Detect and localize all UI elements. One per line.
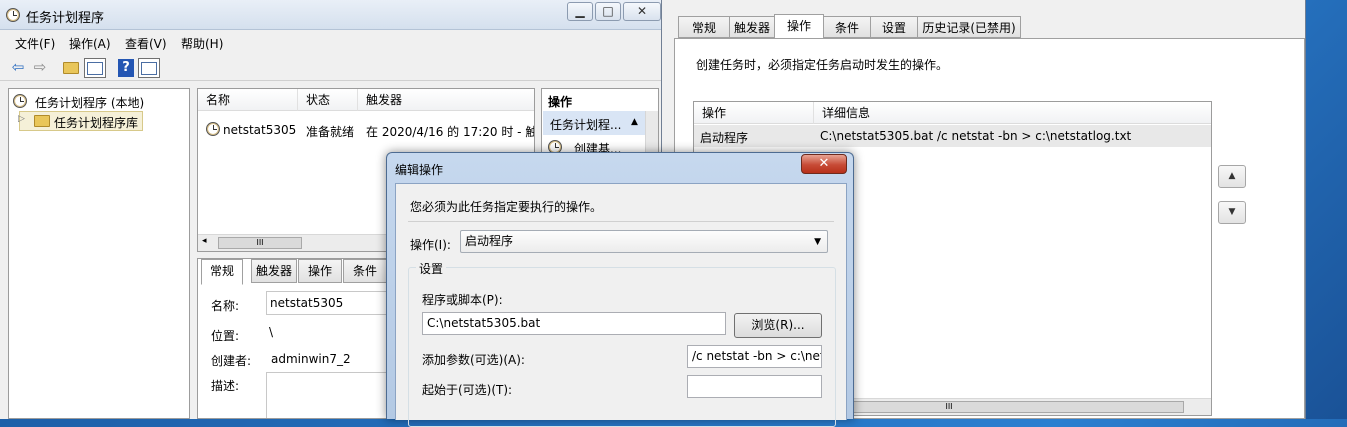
restore-button[interactable]: □ (595, 2, 621, 21)
toolbar: ⇦ ⇨ ? (0, 55, 665, 81)
task-name-cell: netstat5305 (223, 123, 297, 137)
folder-icon (63, 62, 79, 74)
arguments-input[interactable]: /c netstat -bn > c:\nets (687, 345, 822, 368)
pane-icon (141, 62, 157, 75)
help-icon[interactable]: ? (118, 59, 134, 77)
browse-button[interactable]: 浏览(R)... (734, 313, 822, 338)
minimize-button[interactable]: ▁ (567, 2, 593, 21)
tree-item-label: 任务计划程序库 (54, 116, 139, 130)
menu-file[interactable]: 文件(F) (15, 35, 55, 52)
props-tab-history[interactable]: 历史记录(已禁用) (917, 16, 1021, 38)
folder-icon (34, 115, 50, 127)
up-folder-icon[interactable] (61, 58, 81, 78)
dialog-body: 您必须为此任务指定要执行的操作。 操作(I): 启动程序 ▼ 设置 程序或脚本(… (395, 183, 847, 427)
move-up-button[interactable]: ▲ (1218, 165, 1246, 188)
back-arrow-icon[interactable]: ⇦ (8, 58, 28, 78)
menu-bar: 文件(F) 操作(A) 查看(V) 帮助(H) (0, 32, 665, 54)
navigation-tree: 任务计划程序 (本地) ▷ 任务计划程序库 (8, 88, 190, 419)
menu-action[interactable]: 操作(A) (69, 35, 111, 52)
column-header-action[interactable]: 操作 (694, 102, 814, 124)
close-button[interactable]: ✕ (623, 2, 661, 21)
task-status-cell: 准备就绪 (306, 125, 355, 139)
menu-view[interactable]: 查看(V) (125, 35, 167, 52)
task-scheduler-icon (6, 8, 20, 22)
author-label: 创建者: (211, 354, 252, 368)
forward-arrow-icon[interactable]: ⇨ (30, 58, 50, 78)
task-scheduler-icon (13, 94, 27, 108)
props-tab-actions[interactable]: 操作 (774, 14, 824, 39)
tab-triggers[interactable]: 触发器 (251, 259, 297, 283)
pane-icon (87, 62, 103, 75)
program-input[interactable]: C:\netstat5305.bat (422, 312, 726, 335)
move-down-button[interactable]: ▼ (1218, 201, 1246, 224)
task-icon (206, 122, 220, 136)
actions-instruction: 创建任务时，必须指定任务启动时发生的操作。 (696, 58, 949, 72)
action-select[interactable]: 启动程序 ▼ (460, 230, 828, 253)
dialog-instruction: 您必须为此任务指定要执行的操作。 (410, 200, 603, 214)
expand-arrow-icon[interactable]: ▷ (18, 114, 25, 124)
actions-pane-header: 操作 (548, 95, 573, 109)
tab-actions[interactable]: 操作 (298, 259, 342, 283)
action-type-cell: 启动程序 (700, 131, 749, 145)
menu-help[interactable]: 帮助(H) (181, 35, 223, 52)
task-trigger-cell: 在 2020/4/16 的 17:20 时 - 触 (366, 125, 534, 139)
show-hide-tree-icon[interactable] (84, 58, 106, 78)
column-header-name[interactable]: 名称 (198, 89, 298, 111)
arguments-label: 添加参数(可选)(A): (422, 353, 525, 367)
tree-item-label: 任务计划程序 (本地) (35, 96, 145, 110)
props-tab-general[interactable]: 常规 (678, 16, 730, 38)
program-label: 程序或脚本(P): (422, 293, 503, 307)
collapse-arrow-icon[interactable]: ▲ (631, 117, 638, 127)
actions-section-header[interactable]: 任务计划程... ▲ (543, 111, 645, 135)
props-tab-settings[interactable]: 设置 (870, 16, 918, 38)
table-row[interactable]: 启动程序 C:\netstat5305.bat /c netstat -bn >… (694, 125, 1211, 147)
action-select-value: 启动程序 (465, 234, 514, 248)
name-label: 名称: (211, 299, 240, 313)
description-label: 描述: (211, 379, 240, 393)
author-value: adminwin7_2 (271, 352, 351, 366)
dialog-title: 编辑操作 (395, 163, 444, 177)
start-in-label: 起始于(可选)(T): (422, 383, 513, 397)
actions-section-label: 任务计划程... (550, 118, 622, 132)
title-bar[interactable]: 任务计划程序 ▁ □ ✕ (0, 0, 665, 30)
column-header-trigger[interactable]: 触发器 (358, 89, 534, 111)
tab-general[interactable]: 常规 (201, 259, 243, 285)
table-row[interactable]: netstat5305 准备就绪 在 2020/4/16 的 17:20 时 -… (198, 120, 534, 140)
props-tab-triggers[interactable]: 触发器 (729, 16, 775, 38)
settings-group-label: 设置 (416, 260, 447, 277)
chevron-down-icon: ▼ (814, 237, 821, 247)
dialog-close-button[interactable]: ✕ (801, 154, 847, 174)
location-value: \ (269, 325, 274, 339)
show-hide-actions-icon[interactable] (138, 58, 160, 78)
column-header-details[interactable]: 详细信息 (814, 102, 1211, 124)
edit-action-dialog: 编辑操作 ✕ 您必须为此任务指定要执行的操作。 操作(I): 启动程序 ▼ 设置… (386, 152, 854, 427)
action-details-cell: C:\netstat5305.bat /c netstat -bn > c:\n… (820, 129, 1132, 143)
start-in-input[interactable] (687, 375, 822, 398)
tree-item-library[interactable]: ▷ 任务计划程序库 (18, 111, 143, 131)
scroll-left-icon[interactable]: ◂ (202, 236, 207, 246)
column-header-status[interactable]: 状态 (298, 89, 358, 111)
tab-conditions[interactable]: 条件 (343, 259, 387, 283)
scroll-thumb[interactable]: III (218, 237, 302, 249)
action-label: 操作(I): (410, 238, 451, 252)
props-tab-conditions[interactable]: 条件 (823, 16, 871, 38)
window-title: 任务计划程序 (26, 11, 105, 26)
location-label: 位置: (211, 329, 240, 343)
divider (408, 221, 834, 222)
